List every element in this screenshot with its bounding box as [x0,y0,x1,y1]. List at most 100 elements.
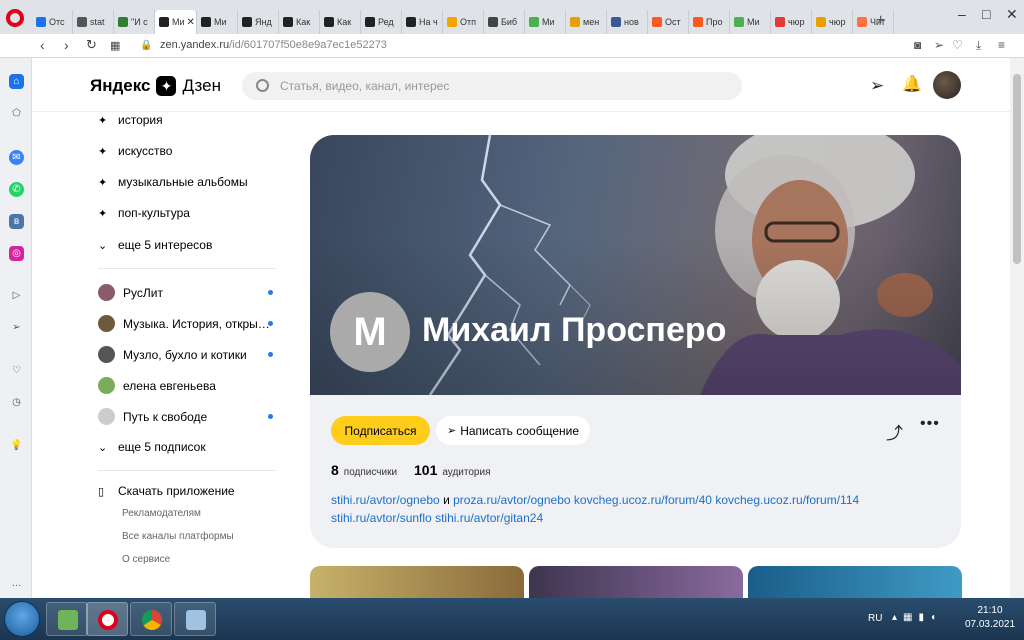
camera-icon[interactable]: ◙ [914,38,921,52]
zen-logo[interactable]: Яндекс ✦ Дзен [90,76,221,96]
download-app-link[interactable]: ▯ Скачать приложение [98,484,235,498]
taskbar-app-chrome[interactable] [130,602,172,636]
back-icon[interactable]: ‹ [40,37,45,53]
browser-tab[interactable]: Ми ✕ [155,10,197,34]
browser-tab[interactable]: Янд [238,10,279,34]
page-scrollbar[interactable] [1010,58,1024,598]
browser-tab[interactable]: Как [320,10,361,34]
link-stihi-sunflo[interactable]: stihi.ru/avtor/sunflo [331,511,432,525]
user-avatar[interactable] [933,71,961,99]
subscription-item[interactable]: РусЛит [98,284,163,301]
tab-label: На ч [419,17,438,27]
close-window-button[interactable]: ✕ [1006,6,1018,23]
browser-tab[interactable]: "И с [114,10,155,34]
subscription-item[interactable]: Музло, бухло и котики [98,346,247,363]
browser-tab[interactable]: чюр [812,10,853,34]
subscription-item[interactable]: елена евгеньева [98,377,216,394]
favorites-icon[interactable]: ♡ [9,363,24,378]
interest-item[interactable]: ✦ история [98,113,163,127]
taskbar-app-opera[interactable] [86,602,128,636]
scrollbar-thumb[interactable] [1013,74,1021,264]
more-interests-toggle[interactable]: ⌄ еще 5 интересов [98,238,212,252]
home-icon[interactable]: ⌂ [9,74,24,89]
taskbar-app-notes[interactable] [46,602,88,636]
browser-tab[interactable]: Отс [32,10,73,34]
bell-icon[interactable]: 🔔 [902,74,922,94]
reload-icon[interactable]: ↻ [86,37,97,53]
link-kovcheg-114[interactable]: kovcheg.ucoz.ru/forum/114 [715,493,859,507]
forward-icon[interactable]: › [64,37,69,53]
nav-divider [98,470,276,471]
browser-tab[interactable]: Ост [648,10,689,34]
new-tab-button[interactable]: + [876,12,892,30]
whatsapp-icon[interactable]: ✆ [9,182,24,197]
write-message-button[interactable]: ➢ Написать сообщение [436,416,590,445]
browser-tab[interactable]: Ред [361,10,402,34]
history-icon[interactable]: ◷ [9,395,24,410]
subscription-item[interactable]: Путь к свободе [98,408,207,425]
tab-favicon-icon [529,17,539,27]
send-page-icon[interactable]: ➢ [934,38,944,52]
feed-preview-card[interactable] [529,566,743,598]
download-icon[interactable]: ⤓ [976,38,981,53]
search-input[interactable] [280,72,720,100]
browser-tab[interactable]: Ми [730,10,771,34]
tray-signal-icon[interactable]: ▮ [918,612,924,623]
footer-link[interactable]: Все каналы платформы [122,531,234,542]
interest-item[interactable]: ✦ искусство [98,144,172,158]
tray-arrow-icon[interactable]: ▴ [892,612,897,623]
url-field[interactable]: zen.yandex.ru/id/601707f50e8e9a7ec1e5227… [160,39,387,51]
tray-network-icon[interactable]: ▦ [903,612,912,623]
tray-volume-icon[interactable]: ◖ [930,612,936,623]
vk-icon[interactable]: в [9,214,24,229]
bookmarks-icon[interactable]: ⬠ [9,106,24,121]
interest-item[interactable]: ✦ поп-культура [98,206,190,220]
messenger-icon[interactable]: ✉ [9,150,24,165]
browser-tab[interactable]: Про [689,10,730,34]
link-proza-ognebo[interactable]: proza.ru/avtor/ognebo [453,493,570,507]
start-button[interactable] [4,601,40,637]
new-posts-dot [268,352,273,357]
browser-tab[interactable]: stat [73,10,114,34]
zen-header: Яндекс ✦ Дзен ➢ 🔔 [32,58,1010,112]
more-options-icon[interactable]: ••• [920,415,940,433]
browser-tab[interactable]: чюр [771,10,812,34]
subscription-item[interactable]: Музыка. История, откры… [98,315,270,332]
player-icon[interactable]: ▷ [9,288,24,303]
browser-tab[interactable]: Отп [443,10,484,34]
browser-tab[interactable]: На ч [402,10,443,34]
subscribe-button[interactable]: Подписаться [331,416,430,445]
browser-tab[interactable]: Ми [197,10,238,34]
browser-tab[interactable]: Как [279,10,320,34]
feed-preview-card[interactable] [310,566,524,598]
link-stihi-gitan24[interactable]: stihi.ru/avtor/gitan24 [435,511,543,525]
instagram-icon[interactable]: ◎ [9,246,24,261]
interest-item[interactable]: ✦ музыкальные альбомы [98,175,248,189]
clock[interactable]: 21:10 07.03.2021 [960,604,1020,632]
browser-tab[interactable]: мен [566,10,607,34]
minimize-button[interactable]: – [958,6,966,22]
tab-close-icon[interactable]: ✕ [187,17,195,28]
channel-avatar[interactable]: M [330,292,410,372]
heart-icon[interactable]: ♡ [952,38,963,52]
taskbar-app-paint[interactable] [174,602,216,636]
tips-icon[interactable]: 💡 [9,438,24,453]
language-indicator[interactable]: RU [868,613,882,624]
footer-link[interactable]: Рекламодателям [122,508,201,519]
feed-preview-card[interactable] [748,566,962,598]
browser-tab[interactable]: Ми [525,10,566,34]
menu-icon[interactable]: ≡ [998,38,1005,52]
footer-link[interactable]: О сервисе [122,554,170,565]
more-subscriptions-toggle[interactable]: ⌄ еще 5 подписок [98,440,206,454]
browser-tab[interactable]: Биб [484,10,525,34]
link-kovcheg-40[interactable]: kovcheg.ucoz.ru/forum/40 [574,493,712,507]
speed-dial-icon[interactable]: ▦ [110,39,120,52]
send-icon[interactable]: ➢ [870,76,884,96]
link-stihi-ognebo[interactable]: stihi.ru/avtor/ognebo [331,493,440,507]
browser-tab[interactable]: нов [607,10,648,34]
share-icon[interactable]: ⤴ [886,419,903,444]
sidebar-more-icon[interactable]: … [9,576,24,591]
maximize-button[interactable]: □ [982,6,990,22]
flow-icon[interactable]: ➢ [9,320,24,335]
opera-logo-icon[interactable] [6,9,24,27]
